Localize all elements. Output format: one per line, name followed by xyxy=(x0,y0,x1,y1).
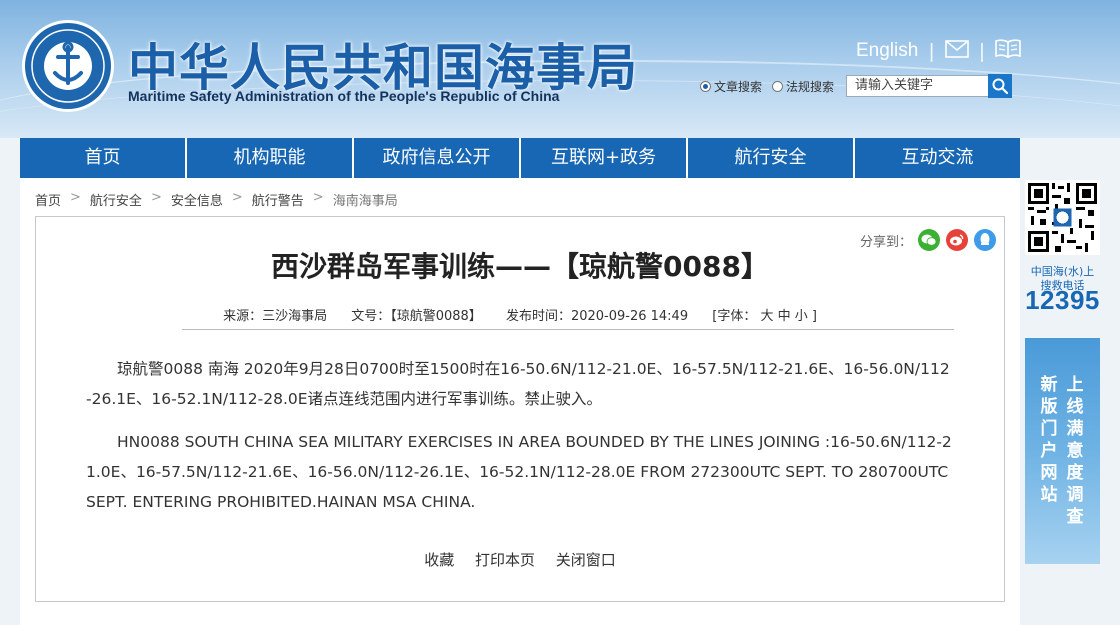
top-links: English | | xyxy=(856,38,1021,64)
search-row: 文章搜索 法规搜索 请输入关键字 xyxy=(700,74,1013,98)
main-content: 首页 > 航行安全 > 安全信息 > 航行警告 > 海南海事局 分享到： 西沙群… xyxy=(20,178,1020,625)
link-separator: | xyxy=(928,40,935,62)
nav-internet-gov[interactable]: 互联网+政务 xyxy=(521,138,688,178)
hotline-label-1: 中国海(水)上 xyxy=(1030,265,1095,278)
nav-navigation-safety[interactable]: 航行安全 xyxy=(688,138,855,178)
breadcrumb-safety-info[interactable]: 安全信息 xyxy=(171,190,223,209)
qr-code xyxy=(1025,180,1100,255)
radio-selected-icon xyxy=(700,80,711,92)
survey-banner[interactable]: 新版门户网站 上线满意度调查 xyxy=(1025,338,1100,564)
breadcrumb: 首页 > 航行安全 > 安全信息 > 航行警告 > 海南海事局 xyxy=(35,190,398,209)
search-option-law[interactable]: 法规搜索 xyxy=(772,78,834,95)
article-date: 发布时间：2020-09-26 14:49 xyxy=(505,309,689,324)
book-icon[interactable] xyxy=(995,38,1021,64)
breadcrumb-arrow-icon: > xyxy=(150,190,162,205)
article-actions: 收藏 打印本页 关闭窗口 xyxy=(36,549,1004,570)
article-meta: 来源：三沙海事局 文号：【琼航警0088】 发布时间：2020-09-26 14… xyxy=(36,305,1004,324)
breadcrumb-nav-warning[interactable]: 航行警告 xyxy=(252,190,304,209)
rescue-hotline: 中国海(水)上 搜救电话 12395 xyxy=(1025,265,1100,315)
article-title: 西沙群岛军事训练——【琼航警0088】 xyxy=(271,250,769,283)
article-paragraph-cn: 琼航警0088 南海 2020年9月28日0700时至1500时在16-50.6… xyxy=(86,360,950,408)
print-button[interactable]: 打印本页 xyxy=(475,551,535,569)
nav-interaction[interactable]: 互动交流 xyxy=(855,138,1020,178)
nav-home[interactable]: 首页 xyxy=(20,138,187,178)
site-title-en: Maritime Safety Administration of the Pe… xyxy=(128,88,560,104)
breadcrumb-arrow-icon: > xyxy=(312,190,324,205)
breadcrumb-arrow-icon: > xyxy=(231,190,243,205)
banner-text-1: 新版门户网站 xyxy=(1040,375,1058,505)
breadcrumb-navigation-safety[interactable]: 航行安全 xyxy=(90,190,142,209)
font-size-switcher[interactable]: [字体： 大 中 小 ] xyxy=(712,309,817,324)
title-divider xyxy=(182,329,954,330)
msa-logo[interactable] xyxy=(22,20,114,112)
main-nav: 首页 机构职能 政府信息公开 互联网+政务 航行安全 互动交流 xyxy=(20,138,1020,178)
breadcrumb-arrow-icon: > xyxy=(70,190,81,205)
close-window-button[interactable]: 关闭窗口 xyxy=(556,551,616,569)
search-input[interactable]: 请输入关键字 xyxy=(846,75,989,97)
nav-gov-info[interactable]: 政府信息公开 xyxy=(354,138,521,178)
mail-icon[interactable] xyxy=(944,39,969,63)
banner-text-2: 上线满意度调查 xyxy=(1066,375,1084,527)
favorite-button[interactable]: 收藏 xyxy=(424,551,454,569)
breadcrumb-hainan-msa[interactable]: 海南海事局 xyxy=(333,190,398,209)
breadcrumb-home[interactable]: 首页 xyxy=(35,190,61,209)
radio-icon xyxy=(772,80,784,92)
search-option-article[interactable]: 文章搜索 xyxy=(700,78,762,95)
right-sidebar: 中国海(水)上 搜救电话 12395 xyxy=(1025,180,1100,315)
link-separator: | xyxy=(978,40,986,62)
article-panel: 分享到： 西沙群岛军事训练——【琼航警0088】 来源：三沙海事局 文号：【琼航… xyxy=(35,216,1005,602)
search-icon xyxy=(992,78,1009,94)
article-paragraph-en: HN0088 SOUTH CHINA SEA MILITARY EXERCISE… xyxy=(86,433,952,511)
article-doc-number: 文号：【琼航警0088】 xyxy=(351,309,482,324)
english-link[interactable]: English xyxy=(856,40,918,62)
hotline-number: 12395 xyxy=(1025,285,1100,315)
search-button[interactable] xyxy=(988,74,1013,98)
nav-organization[interactable]: 机构职能 xyxy=(187,138,354,178)
article-source: 来源：三沙海事局 xyxy=(223,309,328,324)
site-header: 中华人民共和国海事局 Maritime Safety Administratio… xyxy=(0,0,1120,138)
